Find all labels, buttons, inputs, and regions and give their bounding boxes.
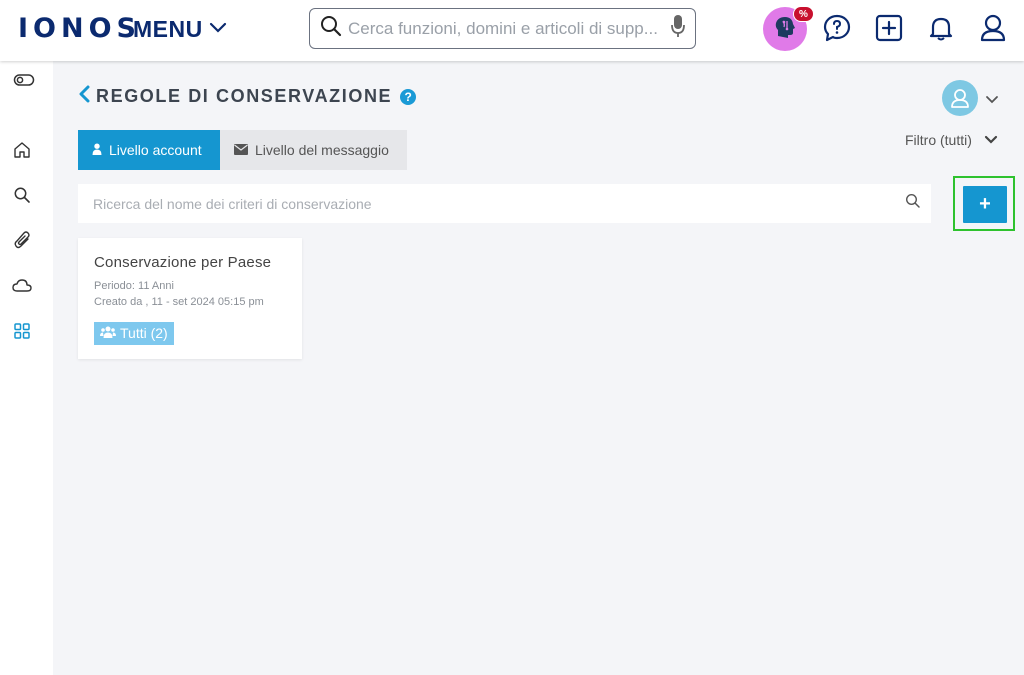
help-icon[interactable]: ? [400, 88, 417, 105]
filter-label: Filtro (tutti) [905, 132, 972, 148]
user-icon [92, 142, 102, 158]
level-tabs: Livello account Livello del messaggio [78, 130, 407, 170]
home-icon[interactable] [10, 138, 34, 162]
add-policy-button[interactable]: + [963, 186, 1007, 223]
search-icon[interactable] [905, 193, 921, 214]
chevron-down-icon[interactable] [985, 92, 999, 110]
back-chevron-icon[interactable] [78, 85, 90, 108]
policy-card-created: Creato da , 11 - set 2024 05:15 pm [94, 296, 264, 308]
bell-icon[interactable] [925, 12, 957, 44]
add-square-icon[interactable] [873, 12, 905, 44]
tab-account-level[interactable]: Livello account [78, 130, 220, 170]
tab-label: Livello account [109, 142, 202, 158]
user-avatar[interactable] [942, 80, 978, 116]
filter-dropdown[interactable]: Filtro (tutti) [905, 132, 998, 148]
chevron-down-icon [209, 21, 227, 39]
policy-scope-badge[interactable]: Tutti (2) [94, 322, 174, 345]
user-account-icon[interactable] [977, 12, 1009, 44]
search-icon [320, 15, 342, 42]
global-search-input[interactable] [348, 18, 665, 39]
sidebar [0, 61, 53, 675]
envelope-icon [234, 142, 248, 158]
global-search [309, 8, 696, 49]
promo-badge: % [793, 6, 814, 22]
apps-grid-icon[interactable] [10, 319, 34, 343]
microphone-icon[interactable] [671, 14, 685, 43]
chevron-down-icon [984, 132, 998, 148]
tab-message-level[interactable]: Livello del messaggio [220, 130, 407, 170]
policy-card-title: Conservazione per Paese [94, 254, 272, 271]
add-button-highlight: + [953, 176, 1015, 231]
page-header: REGOLE DI CONSERVAZIONE ? [78, 85, 417, 108]
policy-search-input[interactable] [93, 195, 905, 212]
policy-card[interactable]: Conservazione per Paese Periodo: 11 Anni… [78, 238, 302, 359]
chat-help-icon[interactable] [821, 12, 853, 44]
users-icon [100, 325, 116, 341]
toggle-icon[interactable] [12, 68, 36, 92]
ionos-logo[interactable]: IONOS [18, 13, 141, 44]
policy-search [78, 184, 931, 223]
cloud-icon[interactable] [10, 274, 34, 298]
menu-button[interactable]: MENU [133, 16, 227, 43]
paperclip-icon[interactable] [10, 228, 34, 252]
top-bar: IONOS MENU % [0, 0, 1024, 61]
policy-card-period: Periodo: 11 Anni [94, 280, 174, 292]
tab-label: Livello del messaggio [255, 142, 389, 158]
search-icon[interactable] [10, 183, 34, 207]
menu-label: MENU [133, 16, 203, 42]
policy-scope-label: Tutti (2) [120, 325, 168, 341]
page-title: REGOLE DI CONSERVAZIONE [96, 86, 393, 106]
